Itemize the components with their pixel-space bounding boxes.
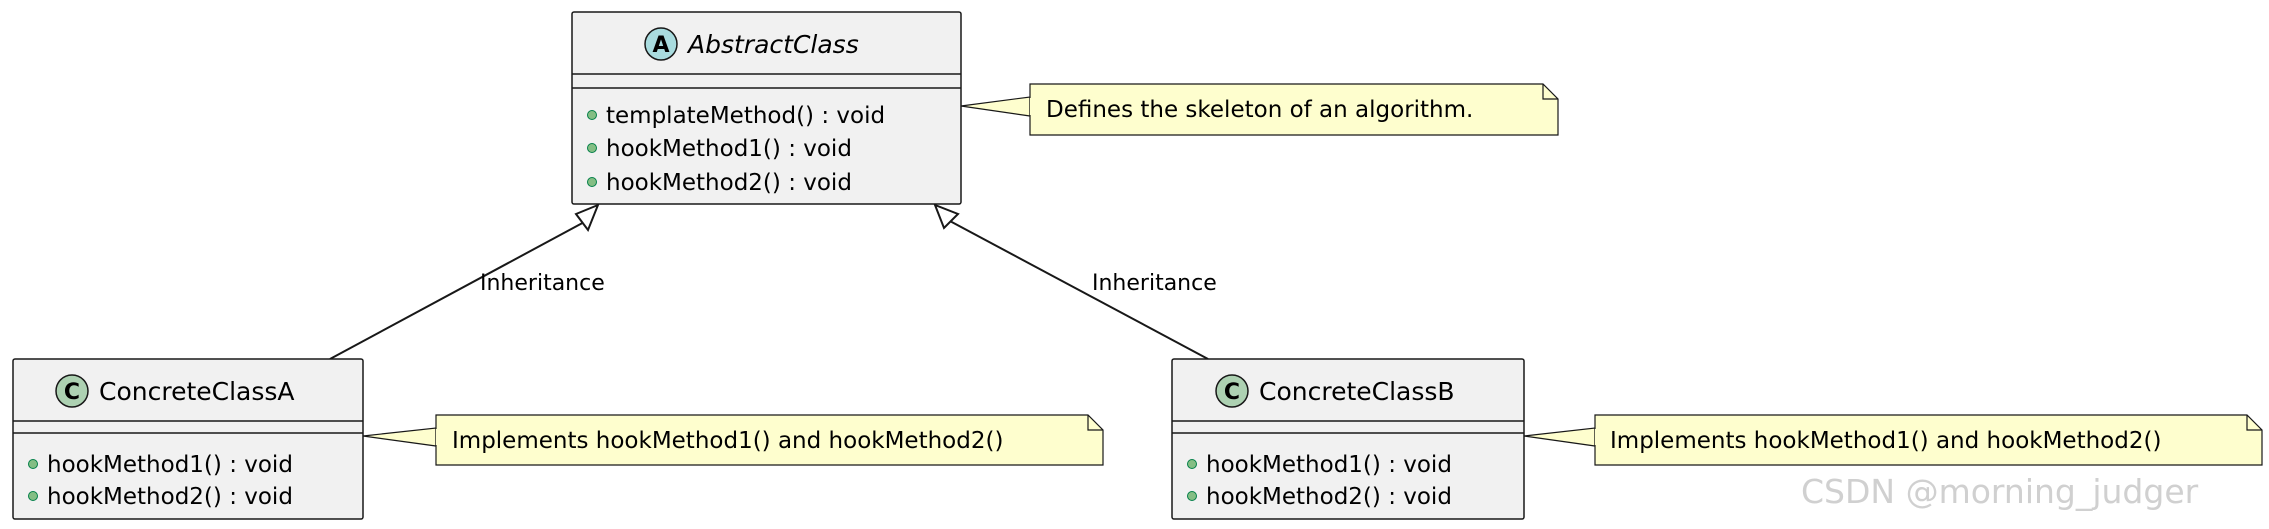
class-diagram: CSDN @morning_judger Inheritance Inherit… bbox=[12, 11, 2263, 520]
note-abstract: Defines the skeleton of an algorithm. bbox=[960, 83, 1559, 136]
method: templateMethod() : void bbox=[606, 103, 885, 129]
public-method-icon bbox=[28, 459, 38, 469]
note-text: Implements hookMethod1() and hookMethod2… bbox=[1610, 428, 2161, 454]
method: hookMethod1() : void bbox=[1206, 452, 1452, 478]
note-concrete-a: Implements hookMethod1() and hookMethod2… bbox=[362, 414, 1104, 466]
inheritance-label: Inheritance bbox=[480, 271, 605, 296]
note-text: Defines the skeleton of an algorithm. bbox=[1046, 97, 1473, 123]
inheritance-label: Inheritance bbox=[1092, 271, 1217, 296]
concrete-class-a-box[interactable]: C ConcreteClassA hookMethod1() : void ho… bbox=[12, 358, 364, 520]
class-name: AbstractClass bbox=[686, 30, 859, 59]
inheritance-b: Inheritance bbox=[933, 203, 1217, 360]
public-method-icon bbox=[587, 177, 597, 187]
abstract-class-box[interactable]: A AbstractClass templateMethod() : void … bbox=[571, 11, 962, 205]
badge-letter: C bbox=[64, 380, 80, 405]
badge-letter: A bbox=[652, 33, 669, 58]
note-text: Implements hookMethod1() and hookMethod2… bbox=[452, 428, 1003, 454]
inheritance-a: Inheritance bbox=[329, 203, 605, 360]
method: hookMethod2() : void bbox=[606, 170, 852, 196]
public-method-icon bbox=[1187, 491, 1197, 501]
inheritance-arrowhead bbox=[574, 203, 600, 233]
public-method-icon bbox=[587, 143, 597, 153]
method: hookMethod2() : void bbox=[1206, 484, 1452, 510]
public-method-icon bbox=[1187, 459, 1197, 469]
public-method-icon bbox=[28, 491, 38, 501]
class-name: ConcreteClassB bbox=[1259, 377, 1455, 406]
public-method-icon bbox=[587, 110, 597, 120]
note-concrete-b: Implements hookMethod1() and hookMethod2… bbox=[1523, 414, 2263, 466]
method: hookMethod2() : void bbox=[47, 484, 293, 510]
method: hookMethod1() : void bbox=[606, 136, 852, 162]
class-name: ConcreteClassA bbox=[99, 377, 295, 406]
watermark: CSDN @morning_judger bbox=[1801, 472, 2199, 511]
method: hookMethod1() : void bbox=[47, 452, 293, 478]
badge-letter: C bbox=[1224, 380, 1240, 405]
concrete-class-b-box[interactable]: C ConcreteClassB hookMethod1() : void ho… bbox=[1171, 358, 1525, 520]
